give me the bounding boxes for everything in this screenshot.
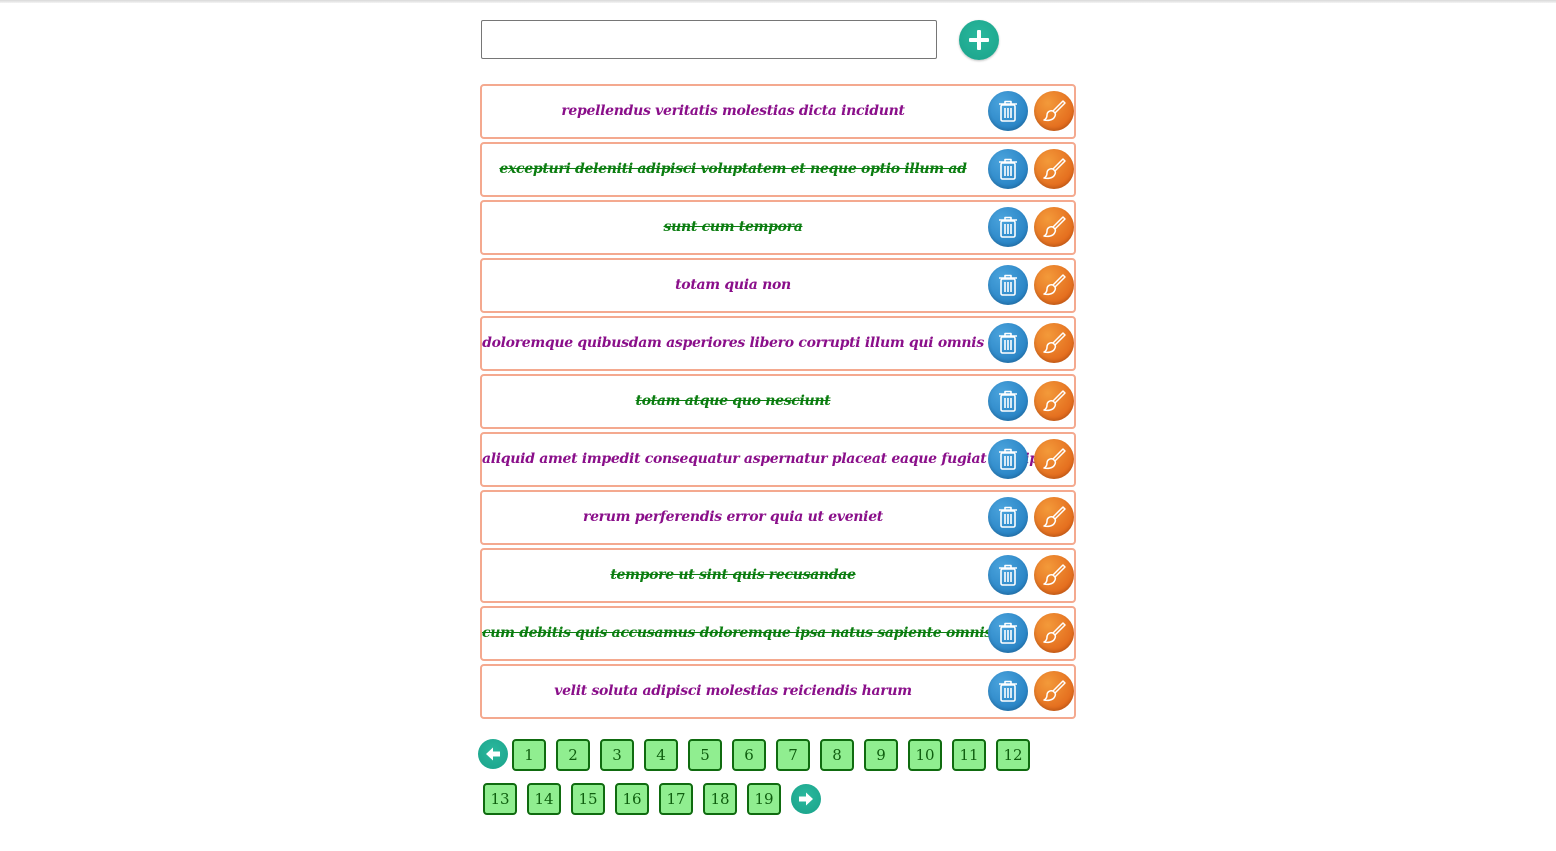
todo-text[interactable]: aliquid amet impedit consequatur asperna… bbox=[482, 434, 1050, 485]
delete-button[interactable] bbox=[988, 439, 1028, 479]
page-button-13[interactable]: 13 bbox=[483, 783, 517, 815]
todo-item: cum debitis quis accusamus doloremque ip… bbox=[480, 606, 1076, 661]
todo-item: excepturi deleniti adipisci voluptatem e… bbox=[480, 142, 1076, 197]
delete-button[interactable] bbox=[988, 149, 1028, 189]
brush-icon bbox=[1043, 216, 1066, 238]
brush-icon bbox=[1043, 564, 1066, 586]
todo-text[interactable]: doloremque quibusdam asperiores libero c… bbox=[482, 318, 984, 369]
page-button-19[interactable]: 19 bbox=[747, 783, 781, 815]
todo-text[interactable]: cum debitis quis accusamus doloremque ip… bbox=[482, 608, 992, 659]
brush-icon bbox=[1043, 390, 1066, 412]
todo-text[interactable]: totam quia non bbox=[482, 260, 984, 311]
edit-button[interactable] bbox=[1034, 555, 1074, 595]
pagination: 1 2 3 4 5 6 7 8 9 10 11 12 13 14 15 16 17 18 19 bbox=[478, 738, 1074, 826]
trash-icon bbox=[999, 680, 1017, 702]
trash-icon bbox=[999, 448, 1017, 470]
todo-text[interactable]: velit soluta adipisci molestias reiciend… bbox=[482, 666, 984, 717]
page-button-15[interactable]: 15 bbox=[571, 783, 605, 815]
plus-icon bbox=[969, 30, 989, 50]
edit-button[interactable] bbox=[1034, 207, 1074, 247]
todo-list: repellendus veritatis molestias dicta in… bbox=[480, 84, 1076, 719]
delete-button[interactable] bbox=[988, 91, 1028, 131]
edit-button[interactable] bbox=[1034, 613, 1074, 653]
brush-icon bbox=[1043, 158, 1066, 180]
edit-button[interactable] bbox=[1034, 149, 1074, 189]
delete-button[interactable] bbox=[988, 207, 1028, 247]
page-button-9[interactable]: 9 bbox=[864, 739, 898, 771]
page-button-17[interactable]: 17 bbox=[659, 783, 693, 815]
brush-icon bbox=[1043, 680, 1066, 702]
brush-icon bbox=[1043, 332, 1066, 354]
prev-page-button[interactable] bbox=[478, 739, 508, 769]
edit-button[interactable] bbox=[1034, 497, 1074, 537]
trash-icon bbox=[999, 100, 1017, 122]
edit-button[interactable] bbox=[1034, 671, 1074, 711]
trash-icon bbox=[999, 332, 1017, 354]
delete-button[interactable] bbox=[988, 323, 1028, 363]
page-button-10[interactable]: 10 bbox=[908, 739, 942, 771]
page-button-7[interactable]: 7 bbox=[776, 739, 810, 771]
todo-app: repellendus veritatis molestias dicta in… bbox=[480, 0, 1076, 722]
todo-text[interactable]: repellendus veritatis molestias dicta in… bbox=[482, 86, 984, 137]
todo-item: rerum perferendis error quia ut eveniet bbox=[480, 490, 1076, 545]
page-button-12[interactable]: 12 bbox=[996, 739, 1030, 771]
new-todo-input[interactable] bbox=[481, 20, 937, 59]
page-button-6[interactable]: 6 bbox=[732, 739, 766, 771]
brush-icon bbox=[1043, 506, 1066, 528]
trash-icon bbox=[999, 622, 1017, 644]
todo-text[interactable]: totam atque quo nesciunt bbox=[482, 376, 984, 427]
brush-icon bbox=[1043, 100, 1066, 122]
brush-icon bbox=[1043, 622, 1066, 644]
page-button-3[interactable]: 3 bbox=[600, 739, 634, 771]
trash-icon bbox=[999, 390, 1017, 412]
page-button-1[interactable]: 1 bbox=[512, 739, 546, 771]
pagination-row: 1 2 3 4 5 6 7 8 9 10 11 12 bbox=[478, 738, 1074, 782]
arrow-left-icon bbox=[486, 747, 500, 761]
todo-item: aliquid amet impedit consequatur asperna… bbox=[480, 432, 1076, 487]
todo-item: totam atque quo nesciunt bbox=[480, 374, 1076, 429]
page-button-11[interactable]: 11 bbox=[952, 739, 986, 771]
trash-icon bbox=[999, 216, 1017, 238]
page-button-16[interactable]: 16 bbox=[615, 783, 649, 815]
delete-button[interactable] bbox=[988, 381, 1028, 421]
next-page-button[interactable] bbox=[791, 784, 821, 814]
page-button-8[interactable]: 8 bbox=[820, 739, 854, 771]
delete-button[interactable] bbox=[988, 555, 1028, 595]
brush-icon bbox=[1043, 448, 1066, 470]
todo-item: totam quia non bbox=[480, 258, 1076, 313]
delete-button[interactable] bbox=[988, 671, 1028, 711]
trash-icon bbox=[999, 274, 1017, 296]
todo-item: tempore ut sint quis recusandae bbox=[480, 548, 1076, 603]
todo-item: repellendus veritatis molestias dicta in… bbox=[480, 84, 1076, 139]
delete-button[interactable] bbox=[988, 497, 1028, 537]
trash-icon bbox=[999, 158, 1017, 180]
trash-icon bbox=[999, 564, 1017, 586]
page-button-4[interactable]: 4 bbox=[644, 739, 678, 771]
edit-button[interactable] bbox=[1034, 439, 1074, 479]
page-button-18[interactable]: 18 bbox=[703, 783, 737, 815]
todo-item: velit soluta adipisci molestias reiciend… bbox=[480, 664, 1076, 719]
todo-item: sunt cum tempora bbox=[480, 200, 1076, 255]
brush-icon bbox=[1043, 274, 1066, 296]
arrow-right-icon bbox=[799, 792, 813, 806]
todo-item: doloremque quibusdam asperiores libero c… bbox=[480, 316, 1076, 371]
todo-text[interactable]: excepturi deleniti adipisci voluptatem e… bbox=[482, 144, 984, 195]
add-todo-button[interactable] bbox=[959, 20, 999, 60]
add-todo-row bbox=[480, 0, 1076, 84]
todo-text[interactable]: tempore ut sint quis recusandae bbox=[482, 550, 984, 601]
delete-button[interactable] bbox=[988, 613, 1028, 653]
edit-button[interactable] bbox=[1034, 265, 1074, 305]
page-button-2[interactable]: 2 bbox=[556, 739, 590, 771]
page-button-5[interactable]: 5 bbox=[688, 739, 722, 771]
pagination-row: 13 14 15 16 17 18 19 bbox=[478, 782, 1074, 826]
todo-text[interactable]: sunt cum tempora bbox=[482, 202, 984, 253]
delete-button[interactable] bbox=[988, 265, 1028, 305]
edit-button[interactable] bbox=[1034, 91, 1074, 131]
trash-icon bbox=[999, 506, 1017, 528]
todo-text[interactable]: rerum perferendis error quia ut eveniet bbox=[482, 492, 984, 543]
edit-button[interactable] bbox=[1034, 323, 1074, 363]
page-button-14[interactable]: 14 bbox=[527, 783, 561, 815]
edit-button[interactable] bbox=[1034, 381, 1074, 421]
